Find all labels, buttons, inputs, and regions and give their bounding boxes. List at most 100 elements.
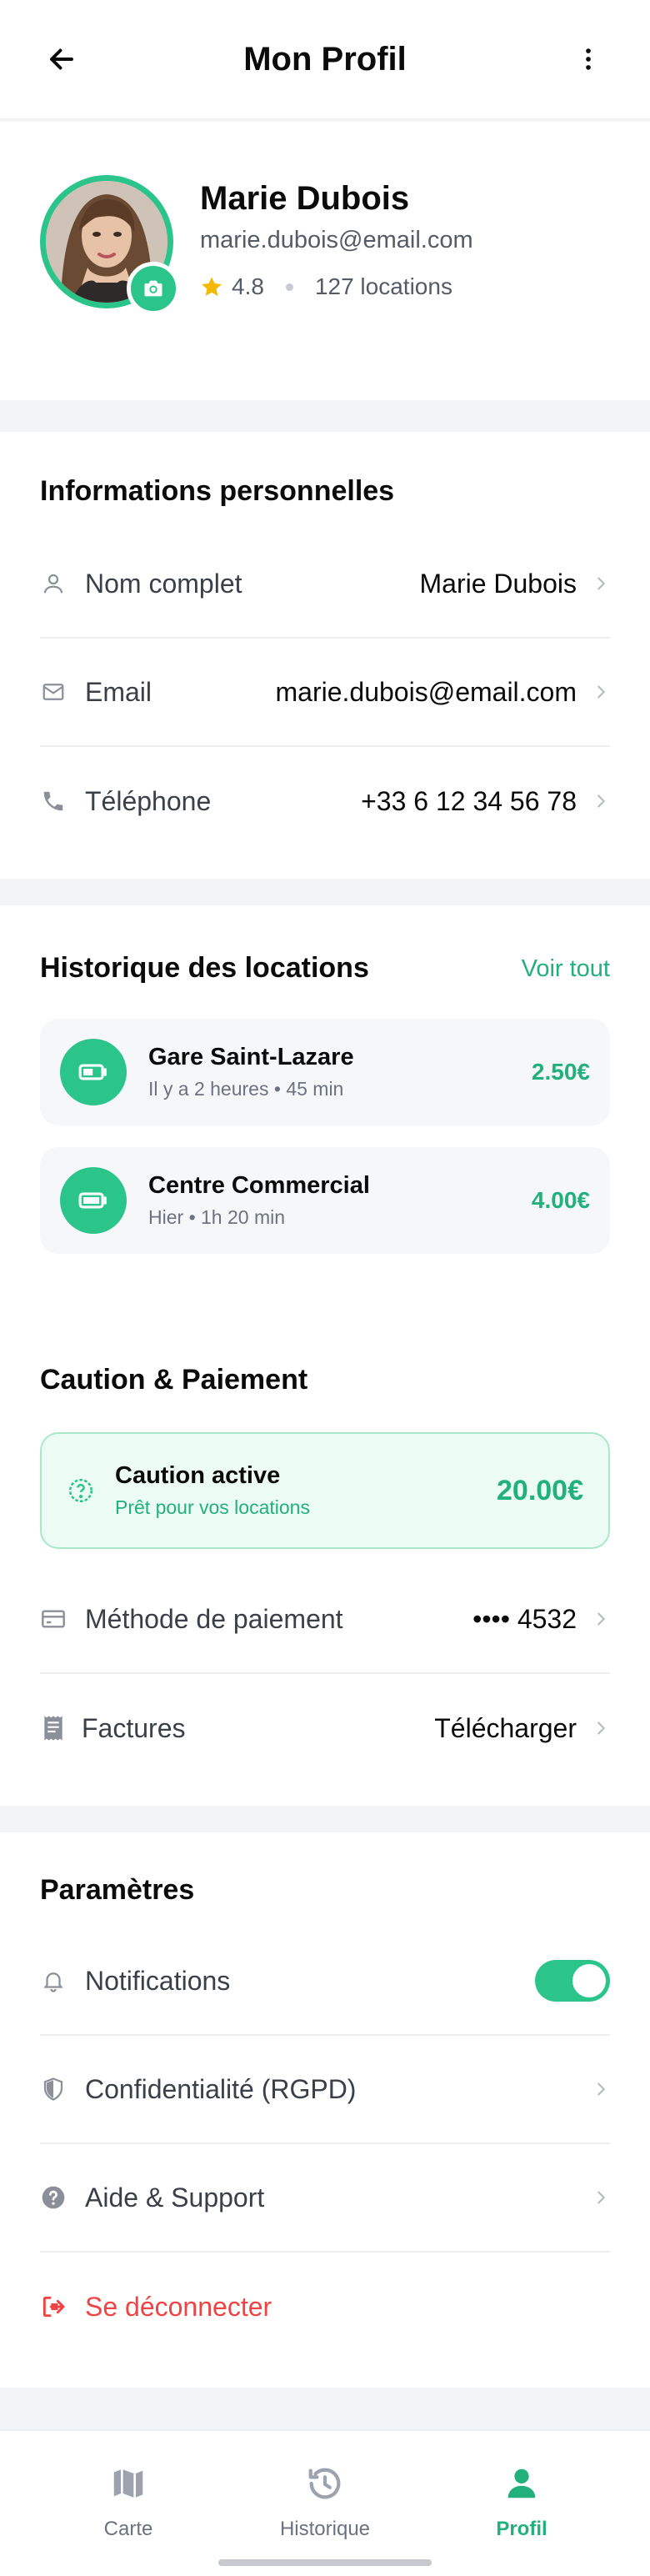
rental-duration: 45 min bbox=[286, 1078, 344, 1100]
star-icon bbox=[202, 277, 222, 296]
rentals-count: 127 locations bbox=[314, 273, 452, 299]
more-options-button[interactable] bbox=[567, 38, 610, 81]
mail-icon bbox=[40, 679, 67, 705]
settings-title: Paramètres bbox=[40, 1874, 195, 1906]
battery-badge bbox=[60, 1167, 127, 1234]
rental-item[interactable]: Gare Saint-Lazare Il y a 2 heures • 45 m… bbox=[40, 1019, 610, 1125]
row-notifications: Notifications bbox=[40, 1927, 610, 2036]
history-icon bbox=[308, 2468, 341, 2499]
row-label: Nom complet bbox=[85, 568, 242, 599]
deposit-amount: 20.00€ bbox=[497, 1474, 583, 1506]
row-value: Marie Dubois bbox=[419, 568, 577, 599]
battery-icon bbox=[78, 1064, 107, 1080]
row-label: Factures bbox=[82, 1712, 186, 1743]
stats-separator bbox=[285, 283, 293, 291]
change-photo-button[interactable] bbox=[127, 262, 180, 315]
receipt-icon bbox=[40, 1715, 67, 1742]
chevron-right-icon bbox=[598, 685, 606, 699]
deposit-subtitle: Prêt pour vos locations bbox=[115, 1496, 310, 1518]
personal-info-card: Informations personnelles Nom complet Ma… bbox=[0, 432, 650, 879]
meta-separator: • bbox=[188, 1206, 202, 1228]
row-value: marie.dubois@email.com bbox=[275, 676, 578, 707]
row-email[interactable]: Email marie.dubois@email.com bbox=[40, 639, 610, 747]
home-indicator bbox=[218, 2559, 432, 2566]
bell-icon bbox=[40, 1967, 67, 1994]
more-vertical-icon bbox=[586, 48, 591, 70]
logout-button[interactable]: Se déconnecter bbox=[40, 2253, 610, 2361]
rating-value: 4.8 bbox=[232, 273, 264, 299]
phone-icon bbox=[40, 788, 67, 814]
settings-card: Paramètres Notifications Confidentialité… bbox=[0, 1832, 650, 2388]
chevron-right-icon bbox=[598, 1612, 606, 1626]
page-title: Mon Profil bbox=[243, 40, 407, 78]
row-full-name[interactable]: Nom complet Marie Dubois bbox=[40, 530, 610, 639]
see-all-link[interactable]: Voir tout bbox=[522, 955, 610, 983]
chevron-right-icon bbox=[598, 577, 606, 590]
battery-icon bbox=[78, 1192, 107, 1209]
rental-history-card: Historique des locations Voir tout Gare … bbox=[0, 905, 650, 1317]
back-button[interactable] bbox=[40, 38, 83, 81]
rental-time: Hier bbox=[148, 1206, 184, 1228]
rental-price: 2.50€ bbox=[531, 1059, 590, 1085]
chevron-right-icon bbox=[598, 794, 606, 808]
notifications-toggle[interactable] bbox=[535, 1960, 610, 2002]
row-label: Notifications bbox=[85, 1965, 231, 1996]
rental-time: Il y a 2 heures bbox=[148, 1078, 269, 1100]
nav-label: Carte bbox=[103, 2518, 153, 2540]
top-app-bar: Mon Profil bbox=[0, 0, 650, 120]
rental-station-name: Centre Commercial bbox=[148, 1172, 370, 1199]
nav-item-profile[interactable]: Profil bbox=[447, 2464, 597, 2541]
user-icon bbox=[508, 2468, 536, 2498]
row-label: Email bbox=[85, 676, 152, 707]
camera-icon bbox=[144, 280, 162, 297]
arrow-left-icon bbox=[50, 48, 73, 70]
history-title: Historique des locations bbox=[40, 952, 369, 984]
logout-label: Se déconnecter bbox=[85, 2291, 272, 2322]
rental-meta: Hier • 1h 20 min bbox=[148, 1206, 532, 1229]
rental-station-name: Gare Saint-Lazare bbox=[148, 1044, 354, 1070]
bottom-navigation: Carte Historique Profil bbox=[0, 2429, 650, 2576]
profile-name: Marie Dubois bbox=[200, 180, 410, 217]
user-icon bbox=[40, 570, 67, 597]
chevron-right-icon bbox=[598, 2191, 606, 2204]
row-value: Télécharger bbox=[434, 1712, 577, 1743]
battery-badge bbox=[60, 1039, 127, 1105]
row-phone[interactable]: Téléphone +33 6 12 34 56 78 bbox=[40, 747, 610, 855]
profile-stats: 4.8 127 locations bbox=[200, 273, 452, 300]
row-value: +33 6 12 34 56 78 bbox=[361, 785, 577, 816]
row-help-support[interactable]: Aide & Support bbox=[40, 2144, 610, 2253]
deposit-status: Caution active Prêt pour vos locations 2… bbox=[40, 1432, 610, 1549]
payment-title: Caution & Paiement bbox=[40, 1364, 308, 1396]
nav-item-map[interactable]: Carte bbox=[53, 2464, 203, 2541]
row-invoices[interactable]: Factures Télécharger bbox=[40, 1674, 610, 1782]
profile-email: marie.dubois@email.com bbox=[200, 227, 473, 253]
shield-icon bbox=[40, 2076, 67, 2102]
map-icon bbox=[113, 2468, 143, 2500]
payment-card: Caution & Paiement Caution active Prêt p… bbox=[0, 1317, 650, 1806]
row-label: Méthode de paiement bbox=[85, 1603, 343, 1634]
logout-icon bbox=[40, 2293, 67, 2320]
row-payment-method[interactable]: Méthode de paiement •••• 4532 bbox=[40, 1566, 610, 1674]
meta-separator: • bbox=[273, 1078, 287, 1100]
row-value: •••• 4532 bbox=[472, 1603, 577, 1634]
nav-item-history[interactable]: Historique bbox=[250, 2464, 400, 2541]
nav-label: Historique bbox=[279, 2518, 371, 2540]
deposit-title: Caution active bbox=[115, 1462, 281, 1489]
avatar-container bbox=[40, 175, 180, 315]
personal-info-title: Informations personnelles bbox=[40, 475, 395, 507]
help-icon bbox=[40, 2184, 67, 2211]
rental-price: 4.00€ bbox=[531, 1187, 590, 1213]
row-label: Aide & Support bbox=[85, 2182, 265, 2213]
credit-card-icon bbox=[40, 1606, 67, 1632]
rental-item[interactable]: Centre Commercial Hier • 1h 20 min 4.00€ bbox=[40, 1147, 610, 1254]
help-circle-icon bbox=[68, 1478, 93, 1503]
chevron-right-icon bbox=[598, 1722, 606, 1735]
row-privacy[interactable]: Confidentialité (RGPD) bbox=[40, 2036, 610, 2144]
chevron-right-icon bbox=[598, 2082, 606, 2096]
row-label: Confidentialité (RGPD) bbox=[85, 2073, 357, 2104]
rental-meta: Il y a 2 heures • 45 min bbox=[148, 1078, 532, 1100]
nav-label: Profil bbox=[496, 2518, 548, 2540]
row-label: Téléphone bbox=[85, 785, 212, 816]
toggle-knob bbox=[572, 1964, 606, 1997]
profile-page: Mon Profil Marie Dubois marie.dubois@ema… bbox=[0, 0, 650, 2576]
